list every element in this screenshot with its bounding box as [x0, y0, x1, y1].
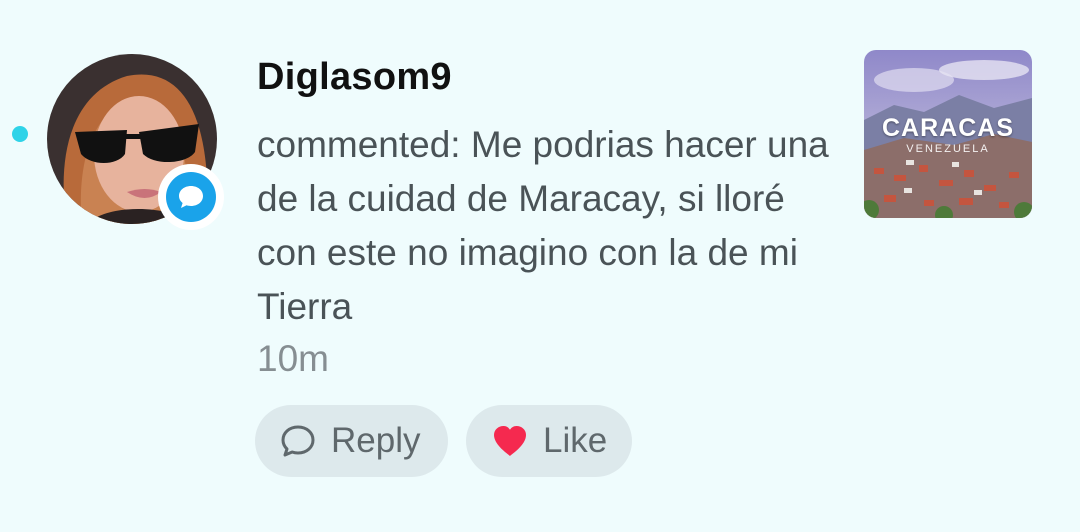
timestamp: 10m [257, 338, 329, 379]
username[interactable]: Diglasom9 [257, 56, 452, 99]
thumbnail-subtitle: VENEZUELA [906, 143, 990, 155]
thumbnail-title: CARACAS [882, 114, 1014, 142]
like-label: Like [543, 421, 608, 460]
reply-label: Reply [331, 421, 421, 460]
comment-body: commented: Me podrias hacer una de la cu… [257, 118, 837, 334]
video-thumbnail[interactable]: CARACAS VENEZUELA [864, 50, 1032, 218]
reply-bubble-icon [279, 423, 317, 459]
comment-bubble-icon [179, 186, 203, 208]
comment-badge [158, 164, 224, 230]
avatar[interactable] [47, 54, 224, 230]
reply-button[interactable]: Reply [255, 405, 448, 477]
unread-indicator [12, 126, 28, 142]
like-button[interactable]: Like [466, 405, 632, 477]
comment-prefix: commented: [257, 124, 461, 165]
heart-icon [491, 424, 529, 458]
